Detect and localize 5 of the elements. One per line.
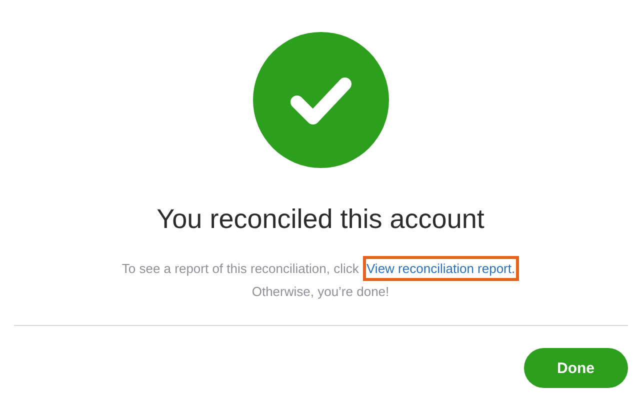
success-title: You reconciled this account	[156, 204, 484, 235]
report-message: To see a report of this reconciliation, click View reconciliation report. Otherwise, you’re done!	[122, 257, 520, 303]
checkmark-icon	[252, 32, 388, 168]
done-button[interactable]: Done	[524, 348, 628, 388]
report-link[interactable]: View reconciliation report.	[362, 256, 520, 281]
